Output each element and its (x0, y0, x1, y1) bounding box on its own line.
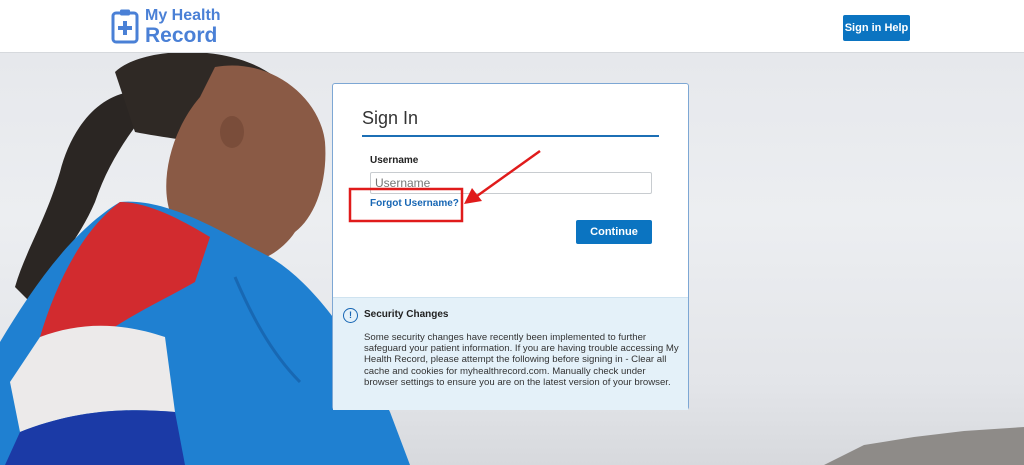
continue-button[interactable]: Continue (576, 220, 652, 244)
security-notice-title: Security Changes (364, 309, 449, 320)
title-divider (362, 135, 659, 137)
logo-line-1: My Health (145, 7, 221, 24)
site-header: My Health Record Sign in Help (0, 0, 1024, 53)
page-title: Sign In (362, 108, 419, 128)
security-notice-body: Some security changes have recently been… (364, 332, 679, 388)
forgot-username-link[interactable]: Forgot Username? (370, 198, 459, 209)
logo-wordmark: My Health Record (145, 7, 221, 47)
username-label: Username (370, 155, 419, 166)
username-input[interactable] (370, 172, 652, 194)
sign-in-card: Sign In Username Forgot Username? Contin… (332, 83, 689, 410)
distant-hill (824, 427, 1024, 465)
logo-line-2: Record (145, 24, 218, 47)
my-health-record-logo[interactable]: My Health Record (111, 6, 231, 48)
security-notice: ! Security Changes Some security changes… (333, 297, 688, 410)
clipboard-plus-icon (111, 9, 139, 44)
sign-in-help-button[interactable]: Sign in Help (843, 15, 910, 41)
info-circle-icon: ! (343, 308, 358, 323)
